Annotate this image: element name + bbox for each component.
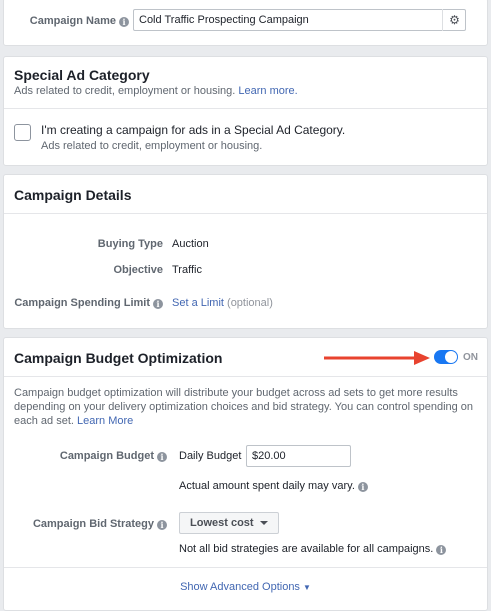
special-ad-category-checkbox-label: I'm creating a campaign for ads in a Spe… [41,123,346,137]
spending-limit-label: Campaign Spending Limit i [14,297,163,309]
gear-icon[interactable]: ⚙ [442,9,466,31]
info-icon[interactable]: i [119,17,129,27]
spending-limit-value: Set a Limit (optional) [172,297,273,309]
cbo-toggle-state: ON [463,352,478,363]
info-icon[interactable]: i [157,452,167,462]
divider [4,108,487,109]
bid-strategy-label: Campaign Bid Strategy i [14,518,167,530]
caret-down-icon: ▼ [303,583,311,592]
special-ad-category-checkbox-sub: Ads related to credit, employment or hou… [41,140,263,152]
cbo-learn-more-link[interactable]: Learn More [77,415,133,427]
arrow-annotation [324,351,430,365]
campaign-details-title: Campaign Details [14,187,132,203]
special-ad-category-checkbox[interactable] [14,124,31,141]
special-ad-category-desc: Ads related to credit, employment or hou… [14,85,298,97]
objective-value: Traffic [172,264,202,276]
arrow-head [414,351,430,365]
divider [4,376,487,377]
info-icon[interactable]: i [157,520,167,530]
buying-type-label: Buying Type [97,238,163,250]
campaign-name-input[interactable] [133,9,466,31]
bid-note: Not all bid strategies are available for… [179,543,447,555]
divider [4,567,487,568]
set-limit-link[interactable]: Set a Limit [172,297,224,309]
buying-type-value: Auction [172,238,209,250]
cbo-toggle[interactable] [434,350,458,364]
divider [4,213,487,214]
show-advanced-options-link[interactable]: Show Advanced Options ▼ [4,581,487,593]
special-ad-category-title: Special Ad Category [14,67,150,83]
toggle-knob [445,351,457,363]
caret-down-icon [259,521,268,525]
optional-text: (optional) [227,297,273,309]
budget-note: Actual amount spent daily may vary. i [179,480,368,492]
budget-type-label: Daily Budget [179,450,242,462]
cbo-card: Campaign Budget Optimization ON Campaign… [3,337,488,611]
bid-strategy-dropdown[interactable]: Lowest cost [179,512,279,534]
info-icon[interactable]: i [153,299,163,309]
cbo-description: Campaign budget optimization will distri… [14,387,474,427]
campaign-details-card: Campaign Details Buying Type Auction Obj… [3,174,488,329]
campaign-name-label: Campaign Name i [14,15,129,27]
info-icon[interactable]: i [436,545,447,555]
objective-label: Objective [113,264,163,276]
info-icon[interactable]: i [357,482,368,492]
cbo-title: Campaign Budget Optimization [14,350,223,366]
campaign-name-card: Campaign Namei ⚙ [3,0,488,46]
special-ad-category-card: Special Ad Category Ads related to credi… [3,56,488,166]
learn-more-link[interactable]: Learn more. [238,85,297,97]
budget-amount-input[interactable] [246,445,351,467]
campaign-budget-label: Campaign Budget i [14,450,167,462]
